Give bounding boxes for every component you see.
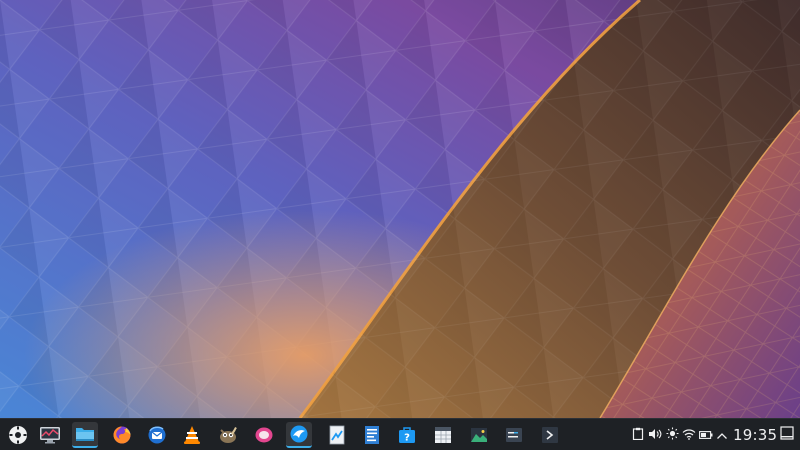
- task-web-browser[interactable]: [286, 422, 312, 448]
- task-text-editor[interactable]: [359, 422, 385, 448]
- task-file-manager[interactable]: [72, 422, 98, 448]
- tray-battery[interactable]: [699, 427, 713, 441]
- tray-wifi[interactable]: [682, 427, 696, 441]
- tray-clipboard[interactable]: [631, 427, 645, 441]
- show-desktop-icon: [780, 425, 794, 444]
- image-viewer-icon: [469, 425, 489, 445]
- task-konsole[interactable]: [537, 422, 563, 448]
- web-browser-icon: [289, 424, 309, 444]
- show-desktop-button[interactable]: [779, 425, 795, 444]
- task-image-viewer[interactable]: [466, 422, 492, 448]
- task-system-monitor[interactable]: [37, 422, 63, 448]
- task-terminal[interactable]: [501, 422, 527, 448]
- tray-volume[interactable]: [648, 427, 662, 441]
- expand-tray-icon: [716, 425, 728, 444]
- taskbar: ? 19:35: [0, 418, 800, 450]
- digital-clock[interactable]: 19:35: [733, 425, 777, 445]
- wifi-icon: [682, 425, 696, 444]
- application-launcher-button[interactable]: [5, 422, 31, 448]
- spreadsheet-icon: [433, 425, 453, 445]
- task-audio-player[interactable]: [251, 422, 277, 448]
- file-manager-icon: [75, 425, 95, 443]
- konsole-icon: [540, 425, 560, 445]
- task-thunderbird[interactable]: [144, 422, 170, 448]
- desktop-wallpaper: [0, 0, 800, 418]
- terminal-icon: [504, 425, 524, 445]
- help-center-icon: ?: [397, 425, 417, 445]
- thunderbird-icon: [147, 425, 167, 445]
- audio-player-icon: [254, 425, 274, 445]
- task-help-center[interactable]: ?: [394, 422, 420, 448]
- document-viewer-icon: [328, 425, 346, 445]
- task-firefox[interactable]: [109, 422, 135, 448]
- system-monitor-icon: [39, 425, 61, 445]
- tray-brightness[interactable]: [665, 427, 679, 441]
- task-gimp[interactable]: [215, 422, 241, 448]
- text-editor-icon: [363, 425, 381, 445]
- volume-icon: [648, 425, 662, 444]
- expand-tray-button[interactable]: [715, 427, 729, 441]
- firefox-icon: [112, 425, 132, 445]
- task-spreadsheet[interactable]: [430, 422, 456, 448]
- battery-icon: [699, 425, 713, 444]
- brightness-icon: [666, 425, 679, 444]
- svg-text:?: ?: [404, 433, 410, 444]
- vlc-icon: [182, 425, 202, 445]
- task-document-viewer[interactable]: [324, 422, 350, 448]
- task-vlc[interactable]: [179, 422, 205, 448]
- gimp-icon: [217, 425, 239, 445]
- clipboard-icon: [632, 425, 644, 444]
- application-launcher-icon: [8, 425, 28, 445]
